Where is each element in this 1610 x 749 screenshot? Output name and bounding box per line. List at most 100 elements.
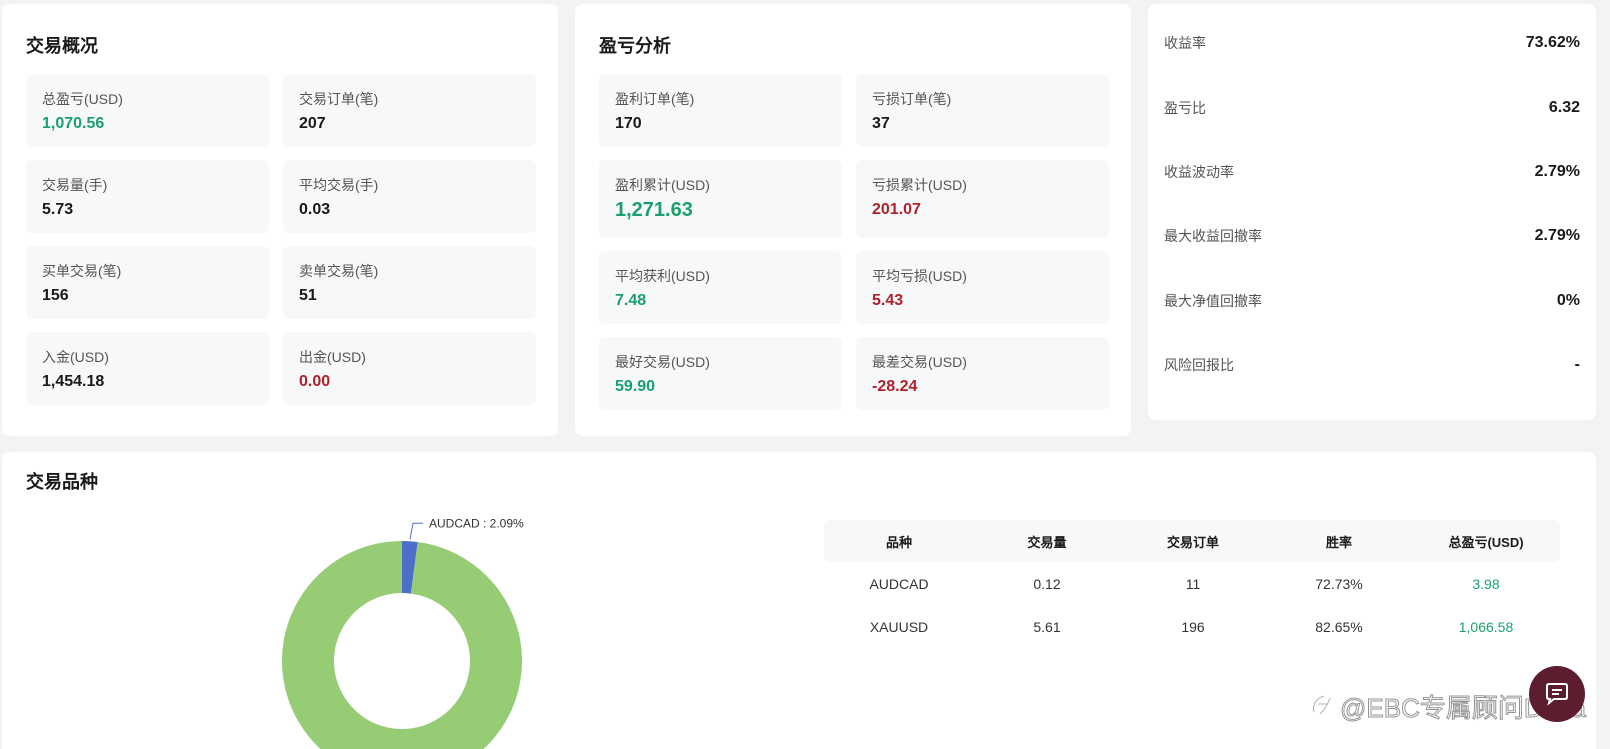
stat-label: 最好交易(USD)	[615, 354, 710, 370]
ratio-value: 73.62%	[1525, 34, 1580, 51]
stat-deposit: 入金(USD) 1,454.18	[26, 332, 269, 405]
ratio-label: 风险回报比	[1164, 357, 1234, 373]
cell-total-pl: 3.98	[1472, 575, 1500, 592]
cell-total-pl: 1,066.58	[1458, 618, 1514, 635]
stat-label: 交易订单(笔)	[299, 91, 379, 107]
stat-trade-orders: 交易订单(笔) 207	[283, 74, 536, 147]
ratio-value: 6.32	[1548, 99, 1580, 116]
ratio-label: 最大收益回撤率	[1164, 228, 1262, 244]
stat-worst-trade: 最差交易(USD) -28.24	[856, 337, 1109, 410]
table-header: 品种 交易量 交易订单 胜率 总盈亏(USD)	[824, 520, 1560, 562]
symbols-table: 品种 交易量 交易订单 胜率 总盈亏(USD) AUDCAD 0.12 11 7…	[824, 520, 1560, 648]
cell-orders: 11	[1185, 575, 1201, 592]
stat-label: 最差交易(USD)	[872, 354, 967, 370]
table-row[interactable]: AUDCAD 0.12 11 72.73% 3.98	[824, 562, 1560, 605]
stat-label: 平均交易(手)	[299, 177, 379, 193]
stat-label: 交易量(手)	[42, 177, 108, 193]
stat-label: 卖单交易(笔)	[299, 263, 379, 279]
cell-symbol: XAUUSD	[869, 618, 929, 635]
stat-value: 156	[42, 287, 69, 304]
stat-value: 0.00	[299, 373, 331, 390]
overview-title: 交易概况	[26, 36, 98, 56]
stat-losing-orders: 亏损订单(笔) 37	[856, 74, 1109, 147]
stat-value: 1,271.63	[615, 199, 693, 221]
stat-label: 亏损累计(USD)	[872, 177, 967, 193]
ratio-value: 2.79%	[1534, 227, 1580, 244]
stat-avg-loss: 平均亏损(USD) 5.43	[856, 251, 1109, 324]
ratio-risk-reward: 风险回报比 -	[1164, 353, 1580, 377]
stat-value: 7.48	[615, 292, 647, 309]
ratio-label: 盈亏比	[1164, 100, 1206, 116]
stat-label: 入金(USD)	[42, 349, 109, 365]
cell-volume: 0.12	[1033, 575, 1061, 592]
stat-total-loss: 亏损累计(USD) 201.07	[856, 160, 1109, 238]
stat-value: 51	[299, 287, 317, 304]
stat-label: 盈利订单(笔)	[615, 91, 695, 107]
cell-symbol: AUDCAD	[869, 575, 929, 592]
stat-label: 亏损订单(笔)	[872, 91, 952, 107]
table-row[interactable]: XAUUSD 5.61 196 82.65% 1,066.58	[824, 605, 1560, 648]
header-total-pl[interactable]: 总盈亏(USD)	[1412, 532, 1560, 551]
stat-label: 买单交易(笔)	[42, 263, 122, 279]
profit-loss-card: 盈亏分析 盈利订单(笔) 170 亏损订单(笔) 37 盈利累计(USD) 1,…	[575, 4, 1131, 436]
ratio-label: 收益波动率	[1164, 164, 1234, 180]
stat-avg-volume: 平均交易(手) 0.03	[283, 160, 536, 233]
stat-best-trade: 最好交易(USD) 59.90	[599, 337, 842, 410]
donut-label: AUDCAD : 2.09%	[429, 516, 524, 530]
ratio-label: 收益率	[1164, 35, 1206, 51]
symbols-donut-chart: AUDCAD : 2.09%	[2, 452, 802, 749]
stat-value: -28.24	[872, 378, 918, 395]
stat-total-profit: 盈利累计(USD) 1,271.63	[599, 160, 842, 238]
donut-label-line	[409, 522, 424, 540]
stat-value: 0.03	[299, 201, 331, 218]
header-symbol[interactable]: 品种	[824, 532, 974, 551]
stat-volume: 交易量(手) 5.73	[26, 160, 269, 233]
stat-value: 59.90	[615, 378, 656, 395]
header-win-rate[interactable]: 胜率	[1266, 532, 1412, 551]
stat-value: 5.43	[872, 292, 904, 309]
profit-loss-stats-grid: 盈利订单(笔) 170 亏损订单(笔) 37 盈利累计(USD) 1,271.6…	[599, 74, 1109, 410]
stat-label: 平均获利(USD)	[615, 268, 710, 284]
ratio-value: 0%	[1556, 292, 1580, 309]
profit-loss-title: 盈亏分析	[599, 36, 671, 56]
stat-buy-orders: 买单交易(笔) 156	[26, 246, 269, 319]
stat-value: 5.73	[42, 201, 74, 218]
chat-fab-button[interactable]	[1529, 666, 1585, 722]
stat-winning-orders: 盈利订单(笔) 170	[599, 74, 842, 147]
trading-overview-card: 交易概况 总盈亏(USD) 1,070.56 交易订单(笔) 207 交易量(手…	[2, 4, 558, 436]
stat-value: 201.07	[872, 201, 921, 218]
ratio-label: 最大净值回撤率	[1164, 293, 1262, 309]
stat-withdrawal: 出金(USD) 0.00	[283, 332, 536, 405]
stat-label: 盈利累计(USD)	[615, 177, 710, 193]
donut-svg: AUDCAD : 2.09%	[282, 516, 524, 749]
stat-value: 170	[615, 115, 642, 132]
header-volume[interactable]: 交易量	[974, 532, 1120, 551]
overview-stats-grid: 总盈亏(USD) 1,070.56 交易订单(笔) 207 交易量(手) 5.7…	[26, 74, 536, 405]
stat-label: 总盈亏(USD)	[42, 91, 123, 107]
stat-avg-profit: 平均获利(USD) 7.48	[599, 251, 842, 324]
ratio-value: 2.79%	[1534, 163, 1580, 180]
ratio-return-rate: 收益率 73.62%	[1164, 31, 1580, 55]
ratio-max-equity-drawdown: 最大净值回撤率 0%	[1164, 289, 1580, 313]
cell-orders: 196	[1181, 618, 1205, 635]
ratios-card: 收益率 73.62% 盈亏比 6.32 收益波动率 2.79% 最大收益回撤率 …	[1148, 4, 1596, 420]
stat-value: 207	[299, 115, 326, 132]
ratio-volatility: 收益波动率 2.79%	[1164, 160, 1580, 184]
stat-sell-orders: 卖单交易(笔) 51	[283, 246, 536, 319]
stat-value: 37	[872, 115, 890, 132]
cell-volume: 5.61	[1033, 618, 1061, 635]
donut-slice-xauusd[interactable]	[282, 541, 522, 749]
brand-logo-icon	[1312, 694, 1332, 715]
stat-value: 1,454.18	[42, 373, 105, 390]
header-orders[interactable]: 交易订单	[1120, 532, 1266, 551]
stat-total-pl: 总盈亏(USD) 1,070.56	[26, 74, 269, 147]
stat-value: 1,070.56	[42, 115, 105, 132]
cell-win-rate: 72.73%	[1315, 575, 1363, 592]
ratio-max-return-drawdown: 最大收益回撤率 2.79%	[1164, 224, 1580, 248]
cell-win-rate: 82.65%	[1315, 618, 1363, 635]
stat-label: 平均亏损(USD)	[872, 268, 967, 284]
ratio-value: -	[1574, 356, 1580, 373]
stat-label: 出金(USD)	[299, 349, 366, 365]
chat-icon	[1546, 683, 1568, 706]
ratio-profit-loss: 盈亏比 6.32	[1164, 96, 1580, 120]
